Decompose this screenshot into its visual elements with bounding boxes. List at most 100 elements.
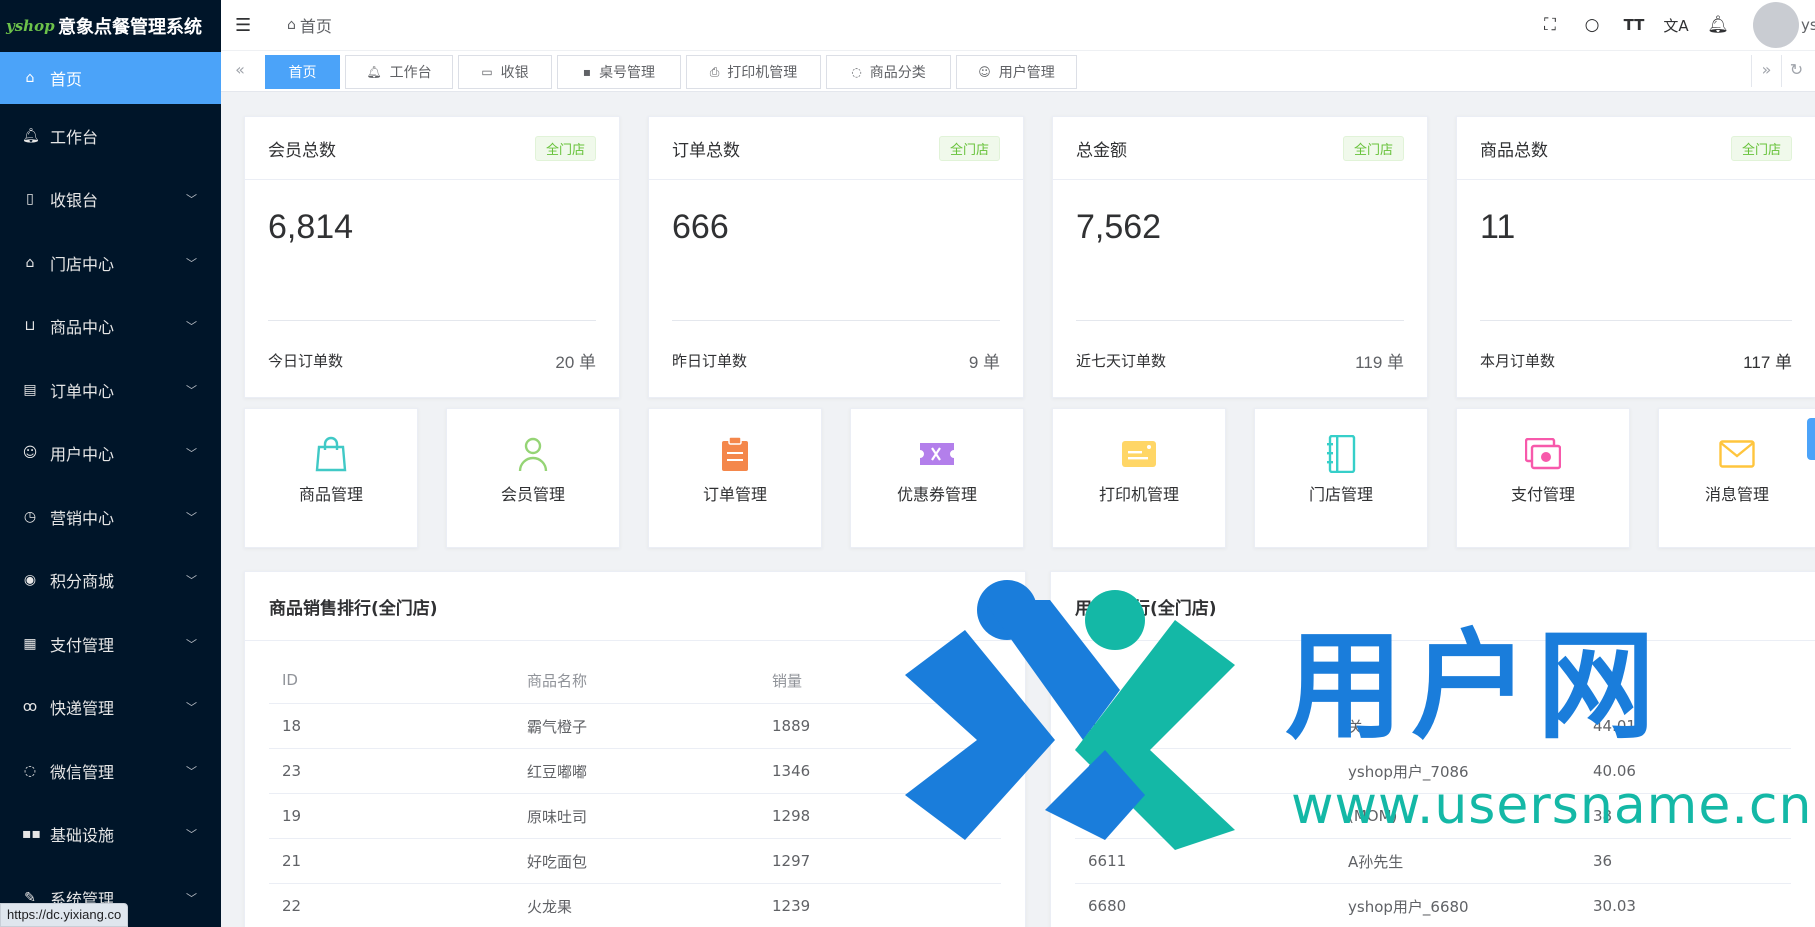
shortcut-product-management[interactable]: 商品管理 bbox=[244, 408, 418, 548]
tabs-scroll-right-icon[interactable]: » bbox=[1751, 55, 1781, 87]
translate-icon[interactable]: 文A bbox=[1655, 15, 1697, 36]
panel-title-suffix: 行(全门店) bbox=[1133, 598, 1217, 619]
font-size-icon[interactable]: TT bbox=[1613, 16, 1655, 34]
stat-card-header: 总金额 全门店 bbox=[1053, 117, 1427, 180]
stat-title: 总金额 bbox=[1076, 140, 1127, 161]
chevron-down-icon: ﹀ bbox=[186, 256, 197, 270]
logo-mark: yshop bbox=[6, 17, 55, 35]
avatar[interactable] bbox=[1753, 2, 1799, 48]
sidebar-item-infrastructure[interactable]: ▪▪ 基础设施 ﹀ bbox=[0, 803, 221, 867]
scope-tag: 全门店 bbox=[938, 135, 1000, 161]
stat-title: 订单总数 bbox=[672, 140, 740, 161]
chevron-down-icon: ﹀ bbox=[186, 447, 197, 461]
column-header[interactable]: 商品名称 bbox=[514, 670, 759, 691]
notebook-icon bbox=[1255, 435, 1427, 473]
grid-icon: ▪▪ bbox=[22, 826, 41, 843]
table-row[interactable]: 19 原味吐司 1298 bbox=[269, 794, 1001, 839]
sidebar-item-wechat[interactable]: ◌ 微信管理 ﹀ bbox=[0, 739, 221, 803]
sidebar-item-product-center[interactable]: ⊔ 商品中心 ﹀ bbox=[0, 295, 221, 359]
table-row[interactable]: 7086 yshop用户_7086 40.06 bbox=[1075, 749, 1791, 794]
sales-ranking-table: ID 商品名称 销量 18 霸气橙子 1889 23 红豆嘟嘟 1346 19 … bbox=[269, 657, 1001, 927]
stat-card-header: 商品总数 全门店 bbox=[1457, 117, 1815, 180]
printer-card-icon bbox=[1053, 435, 1225, 473]
shortcut-message-management[interactable]: 消息管理 bbox=[1658, 408, 1815, 548]
cell-id: 23 bbox=[282, 762, 302, 780]
shortcut-label: 会员管理 bbox=[500, 485, 565, 504]
cell-user-name: yshop用户_7086 bbox=[1348, 762, 1469, 781]
shortcut-payment-management[interactable]: 支付管理 bbox=[1456, 408, 1630, 548]
fullscreen-icon[interactable]: ⛶ bbox=[1529, 15, 1571, 35]
sidebar-item-home[interactable]: ⌂ 首页 bbox=[0, 52, 221, 104]
tab-workbench[interactable]: 🔔︎ 工作台 bbox=[345, 55, 453, 89]
user-name[interactable]: ys bbox=[1801, 16, 1815, 34]
bell-icon[interactable]: 🔔︎ bbox=[1697, 15, 1739, 35]
sidebar-item-express[interactable]: ꝏ 快递管理 ﹀ bbox=[0, 676, 221, 740]
column-header[interactable]: 销量 bbox=[759, 670, 959, 691]
cell-product-name: 火龙果 bbox=[527, 897, 573, 916]
sidebar-item-label: 支付管理 bbox=[50, 635, 115, 655]
tab-home[interactable]: 首页 bbox=[265, 55, 340, 89]
sidebar-item-points-mall[interactable]: ◉ 积分商城 ﹀ bbox=[0, 549, 221, 613]
sidebar-item-workbench[interactable]: 🔔︎ 工作台 bbox=[0, 104, 221, 168]
tab-product-category[interactable]: ◌ 商品分类 bbox=[826, 55, 951, 89]
tab-printer-management[interactable]: ⎙ 打印机管理 bbox=[686, 55, 821, 89]
table-row[interactable]: 6611 A孙先生 36 bbox=[1075, 839, 1791, 884]
search-icon[interactable]: ○ bbox=[1571, 15, 1613, 35]
sidebar-item-user-center[interactable]: ☺ 用户中心 ﹀ bbox=[0, 422, 221, 486]
chevron-down-icon: ﹀ bbox=[186, 383, 197, 397]
shortcut-coupon-management[interactable]: 优惠券管理 bbox=[850, 408, 1024, 548]
stat-title: 会员总数 bbox=[268, 140, 336, 161]
tab-label: 桌号管理 bbox=[599, 65, 656, 81]
table-row[interactable]: 18 霸气橙子 1889 bbox=[269, 704, 1001, 749]
shortcut-member-management[interactable]: 会员管理 bbox=[446, 408, 620, 548]
sidebar-item-cashier[interactable]: ▯ 收银台 ﹀ bbox=[0, 168, 221, 232]
table-row[interactable]: 6 关 44.01 bbox=[1075, 704, 1791, 749]
shortcut-order-management[interactable]: 订单管理 bbox=[648, 408, 822, 548]
chevron-down-icon: ﹀ bbox=[186, 764, 197, 778]
logo[interactable]: yshop 意象点餐管理系统 bbox=[0, 0, 221, 52]
table-row[interactable]: 6680 yshop用户_6680 30.03 bbox=[1075, 884, 1791, 927]
sidebar-item-label: 商品中心 bbox=[50, 318, 115, 338]
monitor-icon: ▭ bbox=[481, 65, 493, 79]
sidebar-item-order-center[interactable]: ▤ 订单中心 ﹀ bbox=[0, 358, 221, 422]
breadcrumb[interactable]: 首页 bbox=[300, 13, 332, 37]
stat-card-members: 会员总数 全门店 6,814 今日订单数 20 单 bbox=[244, 116, 620, 398]
shortcut-label: 打印机管理 bbox=[1098, 485, 1179, 504]
table-row[interactable]: 94 (MOM) 38 bbox=[1075, 794, 1791, 839]
table-row[interactable]: 22 火龙果 1239 bbox=[269, 884, 1001, 927]
chevron-down-icon: ﹀ bbox=[186, 510, 197, 524]
stat-footer: 近七天订单数 119 单 bbox=[1053, 321, 1427, 399]
scope-tag: 全门店 bbox=[1730, 135, 1792, 161]
tab-cashier[interactable]: ▭ 收银 bbox=[458, 55, 552, 89]
panel-title-prefix: 用户 bbox=[1075, 598, 1109, 619]
shortcut-store-management[interactable]: 门店管理 bbox=[1254, 408, 1428, 548]
shortcut-printer-management[interactable]: 打印机管理 bbox=[1052, 408, 1226, 548]
stat-footer-label: 近七天订单数 bbox=[1076, 351, 1167, 370]
cell-user-id: 94 bbox=[1088, 807, 1108, 825]
sidebar-item-store-center[interactable]: ⌂ 门店中心 ﹀ bbox=[0, 231, 221, 295]
bell-icon: 🔔︎ bbox=[22, 127, 40, 144]
cell-sales: 1239 bbox=[772, 897, 811, 915]
shop-icon: ⌂ bbox=[25, 254, 35, 271]
floating-settings-handle[interactable] bbox=[1807, 418, 1815, 460]
column-header[interactable]: ID bbox=[269, 671, 514, 689]
table-row[interactable]: 21 好吃面包 1297 bbox=[269, 839, 1001, 884]
chevron-down-icon: ﹀ bbox=[186, 574, 197, 588]
sidebar-item-payment[interactable]: ▦ 支付管理 ﹀ bbox=[0, 612, 221, 676]
refresh-icon[interactable]: ↻ bbox=[1781, 55, 1811, 87]
table-row[interactable]: 23 红豆嘟嘟 1346 bbox=[269, 749, 1001, 794]
cell-id: 21 bbox=[282, 852, 302, 870]
sidebar-item-marketing-center[interactable]: ◷ 营销中心 ﹀ bbox=[0, 485, 221, 549]
menu-toggle-icon[interactable]: ☰ bbox=[235, 15, 259, 36]
cell-user-name: 关 bbox=[1348, 717, 1364, 736]
stat-footer: 昨日订单数 9 单 bbox=[649, 321, 1023, 399]
location-icon: ◉ bbox=[23, 572, 37, 589]
tabs-scroll-left-icon[interactable]: « bbox=[225, 55, 255, 87]
tab-user-management[interactable]: ☺ 用户管理 bbox=[956, 55, 1077, 89]
cell-product-name: 霸气橙子 bbox=[527, 717, 588, 736]
sidebar-item-label: 订单中心 bbox=[50, 381, 115, 401]
cell-user-name: (MOM) bbox=[1348, 807, 1398, 825]
stat-footer-value: 119 单 bbox=[1355, 352, 1404, 372]
tab-table-management[interactable]: ▪ 桌号管理 bbox=[557, 55, 681, 89]
stat-value: 11 bbox=[1480, 208, 1516, 246]
